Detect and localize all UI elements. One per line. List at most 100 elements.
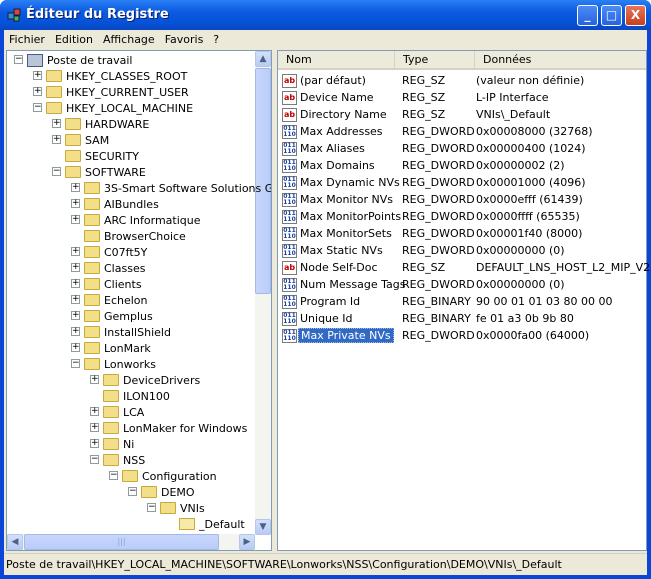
- tree-vertical-scrollbar[interactable]: ▲ ▼: [255, 51, 271, 535]
- expand-icon[interactable]: +: [71, 183, 80, 192]
- expand-icon[interactable]: +: [33, 87, 42, 96]
- registry-tree[interactable]: ▲ ▼ ◀ ||| ▶ − Poste de travail + HKEY_CLASS…: [6, 50, 272, 551]
- tree-node[interactable]: + Ni: [90, 436, 134, 452]
- expand-icon[interactable]: +: [90, 375, 99, 384]
- tree-node[interactable]: + HKEY_CLASSES_ROOT: [33, 68, 187, 84]
- expand-icon[interactable]: +: [71, 263, 80, 272]
- tree-node[interactable]: BrowserChoice: [71, 228, 186, 244]
- values-list[interactable]: Nom Type Données ab (par défaut) REG_SZ (va…: [277, 50, 650, 551]
- tree-node[interactable]: + DeviceDrivers: [90, 372, 200, 388]
- tree-node[interactable]: + LonMark: [71, 340, 151, 356]
- scroll-right-button[interactable]: ▶: [239, 534, 255, 550]
- expand-icon[interactable]: +: [71, 199, 80, 208]
- list-row[interactable]: 011 110 Max Private NVs REG_DWORD 0x0000fa00…: [282, 327, 642, 344]
- tree-node[interactable]: + HKEY_CURRENT_USER: [33, 84, 189, 100]
- tree-node[interactable]: − DEMO: [128, 484, 195, 500]
- tree-node[interactable]: SECURITY: [52, 148, 139, 164]
- expand-icon[interactable]: +: [71, 311, 80, 320]
- tree-node[interactable]: _Default: [166, 516, 245, 532]
- maximize-button[interactable]: □: [601, 5, 622, 26]
- tree-node[interactable]: + Clients: [71, 276, 142, 292]
- tree-node[interactable]: − SOFTWARE: [52, 164, 146, 180]
- tree-node[interactable]: + HARDWARE: [52, 116, 149, 132]
- value-name: Max Addresses: [300, 125, 383, 138]
- expand-icon[interactable]: +: [71, 327, 80, 336]
- scroll-down-button[interactable]: ▼: [255, 519, 271, 535]
- scroll-left-button[interactable]: ◀: [7, 534, 23, 550]
- expand-icon[interactable]: +: [71, 295, 80, 304]
- list-row[interactable]: 011 110 Num Message Tags REG_DWORD 0x0000000…: [282, 276, 642, 293]
- list-row[interactable]: ab Node Self-Doc REG_SZ DEFAULT_LNS_HOST_L2…: [282, 259, 650, 276]
- value-name: Program Id: [300, 295, 361, 308]
- tree-node-label: DEMO: [161, 485, 195, 499]
- menu-fichier[interactable]: Fichier: [4, 33, 50, 46]
- expand-icon[interactable]: +: [33, 71, 42, 80]
- tree-node[interactable]: − Configuration: [109, 468, 217, 484]
- close-button[interactable]: X: [625, 5, 646, 26]
- tree-node[interactable]: − Poste de travail: [14, 52, 132, 68]
- collapse-icon[interactable]: −: [90, 455, 99, 464]
- minimize-button[interactable]: _: [577, 5, 598, 26]
- list-row[interactable]: 011 110 Max MonitorPoints REG_DWORD 0x0000ff…: [282, 208, 642, 225]
- tree-node[interactable]: + ARC Informatique: [71, 212, 201, 228]
- tree-node[interactable]: + LonMaker for Windows: [90, 420, 247, 436]
- tree-node[interactable]: − VNIs: [147, 500, 205, 516]
- list-row[interactable]: 011 110 Max Domains REG_DWORD 0x00000002 (2): [282, 157, 642, 174]
- collapse-icon[interactable]: −: [52, 167, 61, 176]
- folder-icon: [46, 70, 62, 82]
- tree-node[interactable]: − HKEY_LOCAL_MACHINE: [33, 100, 193, 116]
- column-header-nom[interactable]: Nom: [278, 51, 395, 68]
- tree-node[interactable]: + InstallShield: [71, 324, 171, 340]
- h-scroll-thumb[interactable]: |||: [24, 534, 219, 550]
- list-row[interactable]: 011 110 Max Addresses REG_DWORD 0x00008000 (…: [282, 123, 642, 140]
- tree-node[interactable]: + SAM: [52, 132, 109, 148]
- menu-affichage[interactable]: Affichage: [98, 33, 160, 46]
- list-row[interactable]: 011 110 Max Monitor NVs REG_DWORD 0x0000efff…: [282, 191, 642, 208]
- list-row[interactable]: ab Directory Name REG_SZ VNIs\_Default: [282, 106, 642, 123]
- expand-icon[interactable]: +: [71, 279, 80, 288]
- list-row[interactable]: ab (par défaut) REG_SZ (valeur non définie): [282, 72, 642, 89]
- list-row[interactable]: 011 110 Program Id REG_BINARY 90 00 01 01 03…: [282, 293, 642, 310]
- tree-node-label: Configuration: [142, 469, 217, 483]
- list-row[interactable]: ab Device Name REG_SZ L-IP Interface: [282, 89, 642, 106]
- value-data: 0x00001000 (4096): [476, 176, 586, 189]
- list-row[interactable]: 011 110 Max Static NVs REG_DWORD 0x00000000 …: [282, 242, 642, 259]
- expand-icon[interactable]: +: [90, 423, 99, 432]
- expand-icon[interactable]: +: [52, 119, 61, 128]
- expand-icon[interactable]: +: [90, 407, 99, 416]
- list-row[interactable]: 011 110 Max Dynamic NVs REG_DWORD 0x00001000…: [282, 174, 642, 191]
- list-row[interactable]: 011 110 Max MonitorSets REG_DWORD 0x00001f40…: [282, 225, 642, 242]
- menu-help[interactable]: ?: [208, 33, 224, 46]
- collapse-icon[interactable]: −: [128, 487, 137, 496]
- collapse-icon[interactable]: −: [109, 471, 118, 480]
- column-header-type[interactable]: Type: [395, 51, 475, 68]
- menu-favoris[interactable]: Favoris: [160, 33, 209, 46]
- expand-icon[interactable]: +: [71, 343, 80, 352]
- collapse-icon[interactable]: −: [14, 55, 23, 64]
- expand-icon[interactable]: +: [71, 247, 80, 256]
- scroll-up-button[interactable]: ▲: [255, 51, 271, 67]
- expand-icon[interactable]: +: [71, 215, 80, 224]
- tree-node[interactable]: − Lonworks: [71, 356, 156, 372]
- expand-icon[interactable]: +: [52, 135, 61, 144]
- collapse-icon[interactable]: −: [147, 503, 156, 512]
- column-header-donnees[interactable]: Données: [475, 51, 646, 68]
- tree-node[interactable]: ILON100: [90, 388, 170, 404]
- menu-edition[interactable]: Edition: [50, 33, 98, 46]
- tree-node[interactable]: + C07ft5Y: [71, 244, 147, 260]
- collapse-icon[interactable]: −: [33, 103, 42, 112]
- list-row[interactable]: 011 110 Unique Id REG_BINARY fe 01 a3 0b 9b …: [282, 310, 642, 327]
- folder-icon: [84, 230, 100, 242]
- expand-icon[interactable]: +: [90, 439, 99, 448]
- tree-node[interactable]: − NSS: [90, 452, 145, 468]
- list-row[interactable]: 011 110 Max Aliases REG_DWORD 0x00000400 (10…: [282, 140, 642, 157]
- tree-node[interactable]: + LCA: [90, 404, 144, 420]
- collapse-icon[interactable]: −: [71, 359, 80, 368]
- tree-node[interactable]: + Classes: [71, 260, 145, 276]
- tree-node[interactable]: +3S-Smart Software Solutions G: [71, 180, 271, 196]
- tree-horizontal-scrollbar[interactable]: ◀ ||| ▶: [7, 534, 255, 550]
- title-bar[interactable]: Éditeur du Registre _ □ X: [0, 0, 651, 30]
- tree-node[interactable]: + AIBundles: [71, 196, 159, 212]
- tree-node[interactable]: + Echelon: [71, 292, 148, 308]
- tree-node[interactable]: + Gemplus: [71, 308, 153, 324]
